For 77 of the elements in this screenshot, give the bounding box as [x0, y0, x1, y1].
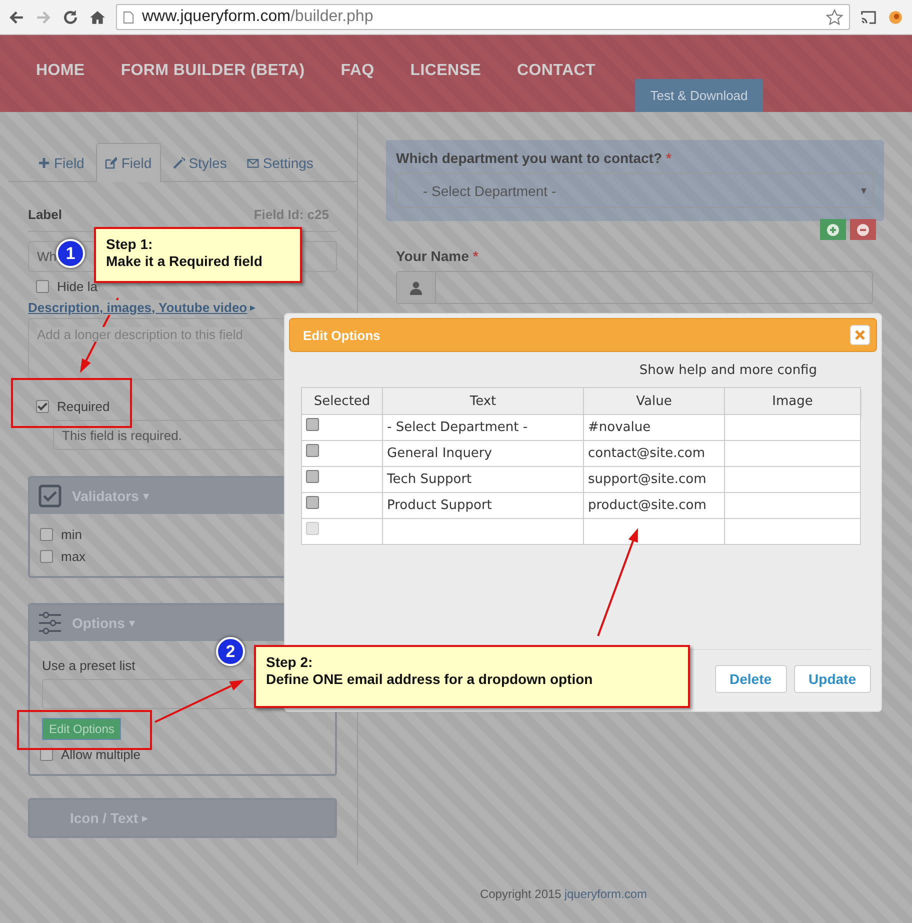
edit-icon	[105, 157, 118, 169]
checkbox[interactable]	[306, 418, 319, 431]
envelope-icon	[246, 156, 259, 168]
step-number-tooltip: 2	[216, 637, 245, 666]
remove-field-button[interactable]	[850, 219, 876, 240]
checkbox-label: max	[61, 549, 86, 564]
user-icon	[409, 280, 423, 294]
editor-tab[interactable]: Field	[30, 144, 92, 181]
checkbox[interactable]	[306, 470, 319, 483]
nav-link[interactable]: FAQ	[340, 62, 374, 80]
url-host: www.jqueryform.com	[142, 8, 290, 26]
field-label: Which department you want to contact?	[396, 150, 662, 166]
nav-link[interactable]: LICENSE	[410, 62, 481, 80]
plus-icon	[38, 156, 50, 168]
checkbox[interactable]	[40, 528, 53, 541]
field-label: Your Name	[396, 248, 469, 264]
cast-icon[interactable]	[860, 8, 877, 26]
editor-tab[interactable]: Settings	[238, 144, 322, 181]
checkbox[interactable]	[306, 444, 319, 457]
page-icon	[123, 10, 134, 24]
checkbox-label: Required	[57, 399, 110, 414]
editor-tab[interactable]: Field	[96, 143, 161, 182]
description-link[interactable]: Description, images, Youtube video	[28, 300, 248, 315]
reload-icon[interactable]	[62, 8, 79, 26]
copyright-text: Copyright 2015	[480, 887, 562, 901]
dialog-button[interactable]: Delete	[714, 665, 787, 693]
caret-icon: ▾	[861, 184, 867, 197]
checkbox[interactable]	[40, 550, 53, 563]
home-icon[interactable]	[89, 8, 106, 26]
minus-circle-icon	[857, 224, 869, 236]
checkbox[interactable]	[36, 400, 49, 413]
sliders-icon	[38, 611, 62, 635]
label-heading: Label	[28, 207, 62, 222]
checkbox-label: min	[61, 527, 82, 542]
step-number-tooltip: 1	[56, 239, 85, 268]
url-path: /builder.php	[290, 8, 374, 26]
footer-link[interactable]: jqueryform.com	[564, 887, 648, 901]
plus-circle-icon	[827, 224, 839, 236]
caret-icon: ▸	[250, 301, 256, 314]
name-input[interactable]	[396, 271, 873, 304]
required-mark: *	[666, 150, 672, 166]
forward-icon[interactable]	[35, 8, 52, 26]
selected-field-box[interactable]: Which department you want to contact? * - Select Department - ▾	[386, 140, 884, 221]
caret-icon: ▾	[142, 489, 149, 503]
callout-text: Make it a Required field	[106, 253, 264, 270]
column-header: Image	[724, 388, 860, 414]
back-icon[interactable]	[8, 8, 25, 26]
column-header: Selected	[302, 388, 382, 414]
address-bar[interactable]: www.jqueryform.com/builder.php	[116, 4, 850, 30]
column-header: Value	[584, 388, 724, 414]
nav-link[interactable]: FORM BUILDER (BETA)	[120, 62, 305, 80]
close-icon	[855, 330, 865, 340]
nav-link[interactable]: CONTACT	[517, 62, 596, 80]
test-download-tab[interactable]: Test & Download	[635, 79, 763, 112]
extension-icon[interactable]	[887, 8, 904, 26]
editor-tab[interactable]: Styles	[164, 144, 235, 181]
column-header: Text	[382, 388, 584, 414]
required-mark: *	[472, 248, 478, 264]
checkbox[interactable]	[306, 496, 319, 509]
checkbox[interactable]	[36, 280, 49, 293]
dialog-button[interactable]: Update	[794, 665, 871, 693]
add-field-button[interactable]	[820, 219, 846, 240]
wand-icon	[172, 156, 185, 168]
close-button[interactable]	[850, 325, 870, 345]
department-select[interactable]: - Select Department - ▾	[396, 173, 874, 208]
caret-icon: ▸	[142, 811, 148, 825]
callout-title: Step 2:	[266, 654, 314, 671]
preset-label: Use a preset list	[42, 658, 136, 673]
callout-text: Define ONE email address for a dropdown option	[266, 671, 594, 688]
caret-icon: ▾	[128, 616, 135, 630]
nav-link[interactable]: HOME	[36, 62, 85, 80]
checkbox-label: Hide la	[57, 279, 98, 294]
checkbox-icon	[38, 484, 62, 508]
edit-options-button[interactable]: Edit Options	[42, 718, 122, 740]
checkbox-label: Allow multiple	[61, 747, 140, 762]
star-icon[interactable]	[826, 8, 843, 26]
callout-title: Step 1:	[106, 236, 154, 253]
